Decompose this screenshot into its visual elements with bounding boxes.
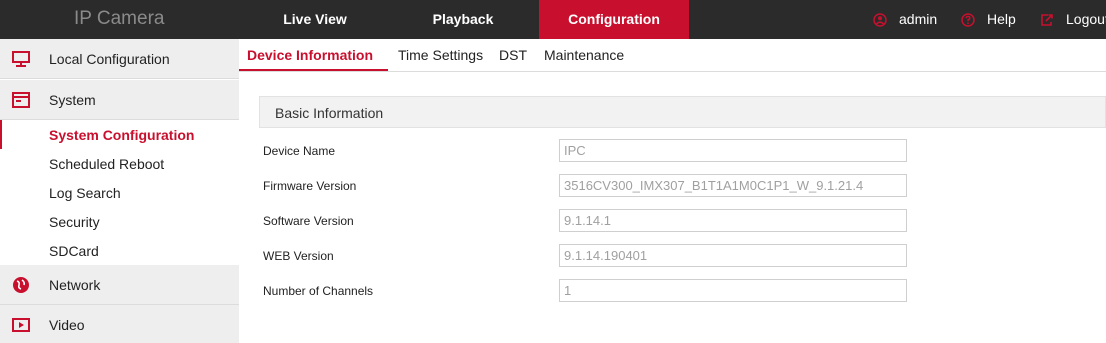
form-row-software-version: Software Version — [259, 209, 1106, 233]
nav-tab-configuration[interactable]: Configuration — [539, 0, 689, 39]
sidebar-item-label: Local Configuration — [49, 51, 170, 67]
form-row-firmware-version: Firmware Version — [259, 174, 1106, 198]
sidebar-sub-label: Security — [49, 214, 100, 230]
sidebar-item-label: System — [49, 92, 96, 108]
top-navigation-bar: IP Camera Live View Playback Configurati… — [0, 0, 1106, 39]
field-label: Device Name — [263, 144, 336, 158]
config-tabs: Device Information Time Settings DST Mai… — [239, 39, 1106, 72]
sidebar-item-video[interactable]: Video — [0, 305, 239, 343]
user-name: admin — [899, 11, 938, 27]
sidebar: Local Configuration System System Config… — [0, 39, 239, 343]
sidebar-sub-label: Log Search — [49, 185, 121, 201]
user-icon — [873, 13, 887, 27]
help-icon — [961, 13, 975, 27]
active-indicator — [0, 120, 2, 149]
active-tab-underline — [239, 69, 388, 71]
software-version-field[interactable] — [559, 209, 907, 232]
sidebar-item-network[interactable]: Network — [0, 265, 239, 305]
sidebar-sub-scheduled-reboot[interactable]: Scheduled Reboot — [0, 149, 239, 178]
sidebar-item-label: Network — [49, 277, 101, 293]
sidebar-sub-label: Scheduled Reboot — [49, 156, 165, 172]
help-link[interactable]: Help — [961, 0, 1021, 39]
section-header: Basic Information — [259, 96, 1106, 128]
nav-tab-playback[interactable]: Playback — [402, 0, 524, 39]
logout-label: Logout — [1066, 11, 1106, 27]
sidebar-sub-label: SDCard — [49, 243, 99, 259]
form-row-web-version: WEB Version — [259, 244, 1106, 268]
user-menu[interactable]: admin — [873, 0, 943, 39]
number-of-channels-field[interactable] — [559, 279, 907, 302]
sidebar-sub-log-search[interactable]: Log Search — [0, 178, 239, 207]
form-row-number-of-channels: Number of Channels — [259, 279, 1106, 303]
sidebar-sub-label: System Configuration — [49, 127, 195, 143]
form-row-device-name: Device Name — [259, 139, 1106, 163]
monitor-icon — [12, 51, 30, 67]
sidebar-sub-sdcard[interactable]: SDCard — [0, 236, 239, 265]
video-icon — [12, 318, 30, 332]
field-label: Number of Channels — [263, 284, 374, 298]
section-title: Basic Information — [275, 105, 384, 121]
tab-device-information[interactable]: Device Information — [247, 47, 373, 63]
sidebar-sub-system-configuration[interactable]: System Configuration — [0, 120, 239, 149]
field-label: Software Version — [263, 214, 354, 228]
device-name-field[interactable] — [559, 139, 907, 162]
firmware-version-field[interactable] — [559, 174, 907, 197]
brand-title: IP Camera — [74, 8, 165, 29]
field-label: WEB Version — [263, 249, 334, 263]
tab-time-settings[interactable]: Time Settings — [398, 47, 483, 63]
logout-icon — [1041, 14, 1053, 26]
sidebar-item-label: Video — [49, 317, 85, 333]
sidebar-item-local-configuration[interactable]: Local Configuration — [0, 39, 239, 79]
sidebar-sub-security[interactable]: Security — [0, 207, 239, 236]
sidebar-item-system[interactable]: System — [0, 80, 239, 120]
nav-tab-live-view[interactable]: Live View — [254, 0, 376, 39]
tab-maintenance[interactable]: Maintenance — [544, 47, 624, 63]
network-globe-icon — [13, 277, 29, 293]
tab-dst[interactable]: DST — [499, 47, 527, 63]
web-version-field[interactable] — [559, 244, 907, 267]
system-window-icon — [12, 92, 30, 108]
field-label: Firmware Version — [263, 179, 357, 193]
logout-link[interactable]: Logout — [1040, 0, 1106, 39]
help-label: Help — [987, 11, 1016, 27]
